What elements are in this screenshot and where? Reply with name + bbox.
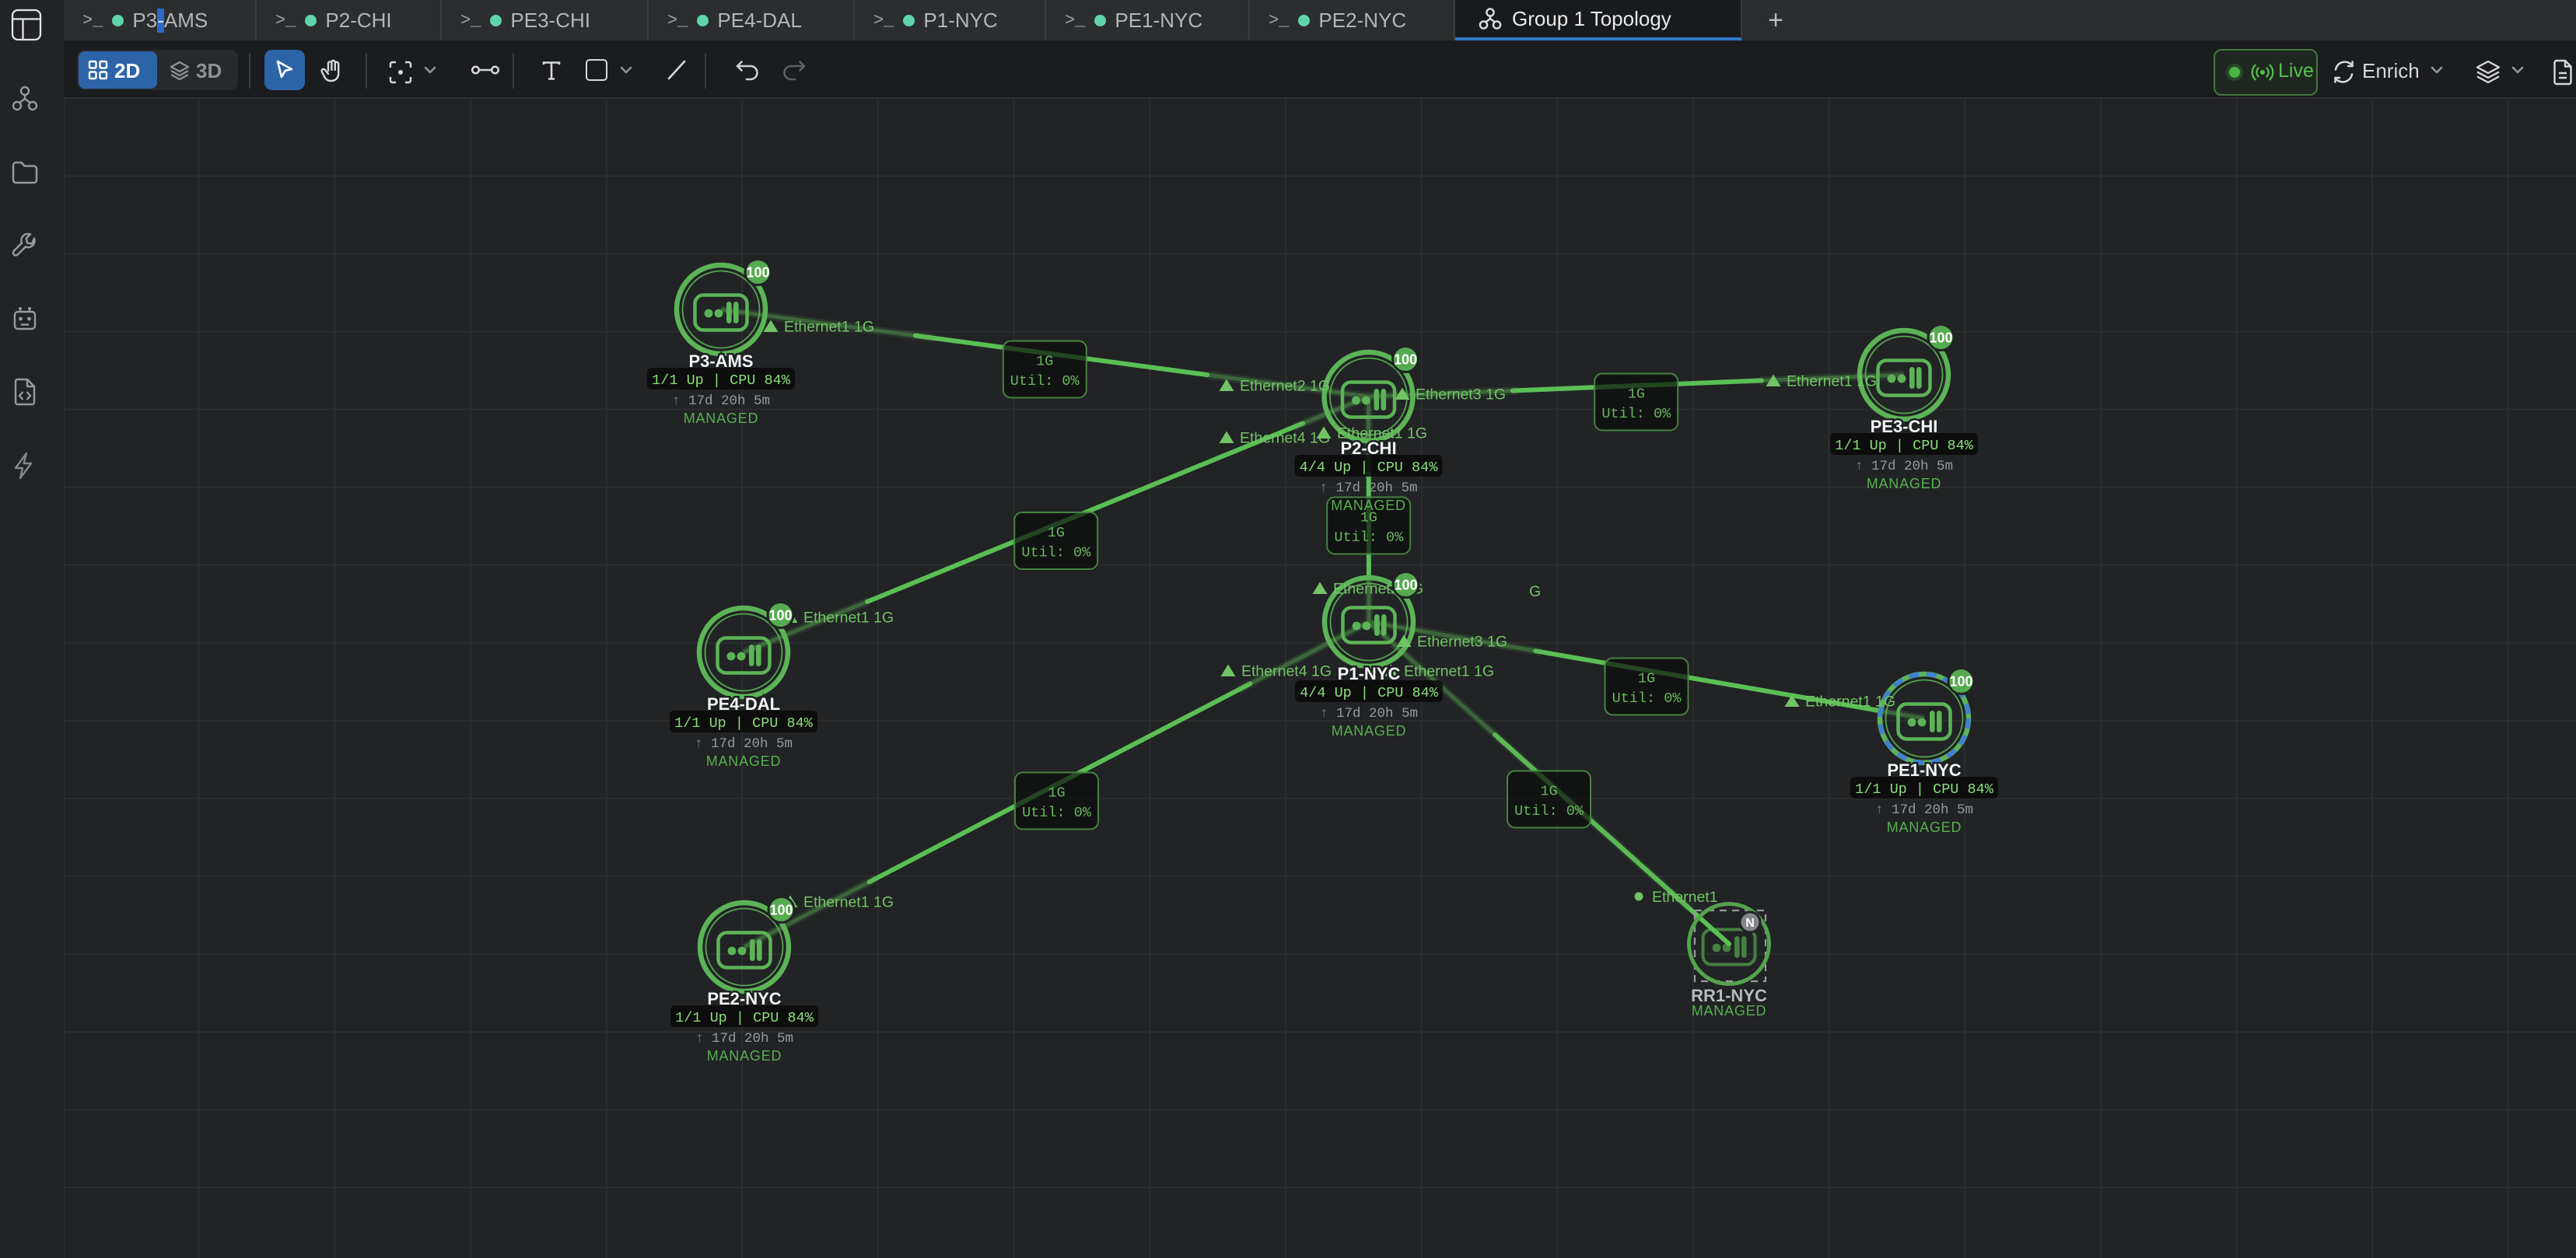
svg-text:MANAGED: MANAGED (1332, 723, 1407, 739)
svg-text:Ethernet1: Ethernet1 (1652, 889, 1718, 906)
svg-text:Util: 0%: Util: 0% (1021, 545, 1091, 561)
svg-text:1G: 1G (1048, 525, 1065, 541)
svg-text:↑ 17d 20h 5m: ↑ 17d 20h 5m (1320, 706, 1418, 722)
svg-text:Util: 0%: Util: 0% (1514, 803, 1584, 819)
svg-text:G: G (1529, 583, 1541, 600)
svg-text:N: N (1745, 917, 1755, 930)
svg-text:MANAGED: MANAGED (706, 753, 782, 769)
svg-text:Util: 0%: Util: 0% (1022, 805, 1092, 821)
svg-text:1G: 1G (1540, 784, 1557, 800)
svg-text:Ethernet4 1G: Ethernet4 1G (1240, 430, 1330, 447)
svg-text:Ethernet1 1G: Ethernet1 1G (1787, 373, 1877, 390)
svg-text:1G: 1G (1048, 785, 1065, 802)
svg-text:MANAGED: MANAGED (707, 1048, 782, 1064)
svg-text:100: 100 (768, 608, 792, 624)
svg-text:4/4 Up | CPU 84%: 4/4 Up | CPU 84% (1300, 460, 1439, 476)
svg-text:1/1 Up | CPU 84%: 1/1 Up | CPU 84% (1835, 438, 1974, 454)
svg-text:Ethernet1 1G: Ethernet1 1G (803, 610, 894, 627)
svg-text:Ethernet3 1G: Ethernet3 1G (1417, 634, 1507, 651)
svg-text:↑ 17d 20h 5m: ↑ 17d 20h 5m (1875, 802, 1973, 818)
svg-text:Util: 0%: Util: 0% (1334, 529, 1404, 546)
svg-text:Util: 0%: Util: 0% (1601, 406, 1671, 422)
svg-text:Ethernet2 1G: Ethernet2 1G (1240, 378, 1330, 395)
svg-text:Util: 0%: Util: 0% (1010, 373, 1080, 390)
svg-text:↑ 17d 20h 5m: ↑ 17d 20h 5m (695, 1031, 793, 1047)
svg-text:Ethernet1 1G: Ethernet1 1G (803, 894, 894, 911)
svg-text:100: 100 (1394, 352, 1417, 368)
svg-text:1/1 Up | CPU 84%: 1/1 Up | CPU 84% (1855, 781, 1994, 798)
svg-text:100: 100 (1949, 674, 1972, 690)
svg-text:MANAGED: MANAGED (684, 411, 759, 426)
svg-text:4/4 Up | CPU 84%: 4/4 Up | CPU 84% (1300, 685, 1439, 701)
svg-text:Ethernet3 1G: Ethernet3 1G (1416, 386, 1506, 404)
svg-text:Ethernet4 1G: Ethernet4 1G (1241, 663, 1332, 680)
svg-text:100: 100 (769, 903, 793, 918)
svg-text:100: 100 (746, 265, 769, 281)
svg-text:1/1 Up | CPU 84%: 1/1 Up | CPU 84% (652, 372, 791, 389)
svg-text:Util: 0%: Util: 0% (1612, 690, 1682, 707)
svg-text:1/1 Up | CPU 84%: 1/1 Up | CPU 84% (674, 715, 814, 732)
svg-text:↑ 17d 20h 5m: ↑ 17d 20h 5m (695, 736, 793, 752)
svg-text:MANAGED: MANAGED (1867, 476, 1942, 491)
svg-text:1G: 1G (1638, 671, 1655, 687)
svg-text:↑ 17d 20h 5m: ↑ 17d 20h 5m (672, 393, 770, 409)
svg-text:1/1 Up | CPU 84%: 1/1 Up | CPU 84% (675, 1010, 814, 1026)
svg-text:↑ 17d 20h 5m: ↑ 17d 20h 5m (1855, 459, 1953, 474)
svg-text:MANAGED: MANAGED (1331, 498, 1406, 513)
svg-text:100: 100 (1929, 330, 1952, 346)
svg-text:1G: 1G (1628, 386, 1645, 403)
svg-text:↑ 17d 20h 5m: ↑ 17d 20h 5m (1319, 480, 1417, 496)
svg-text:100: 100 (1394, 578, 1417, 593)
svg-text:Ethernet1 1G: Ethernet1 1G (1404, 663, 1494, 680)
svg-text:MANAGED: MANAGED (1887, 819, 1962, 835)
svg-text:MANAGED: MANAGED (1692, 1003, 1767, 1019)
svg-text:Ethernet1 1G: Ethernet1 1G (1805, 694, 1895, 711)
svg-text:1G: 1G (1036, 354, 1053, 370)
svg-text:Ethernet1 1G: Ethernet1 1G (784, 319, 874, 336)
